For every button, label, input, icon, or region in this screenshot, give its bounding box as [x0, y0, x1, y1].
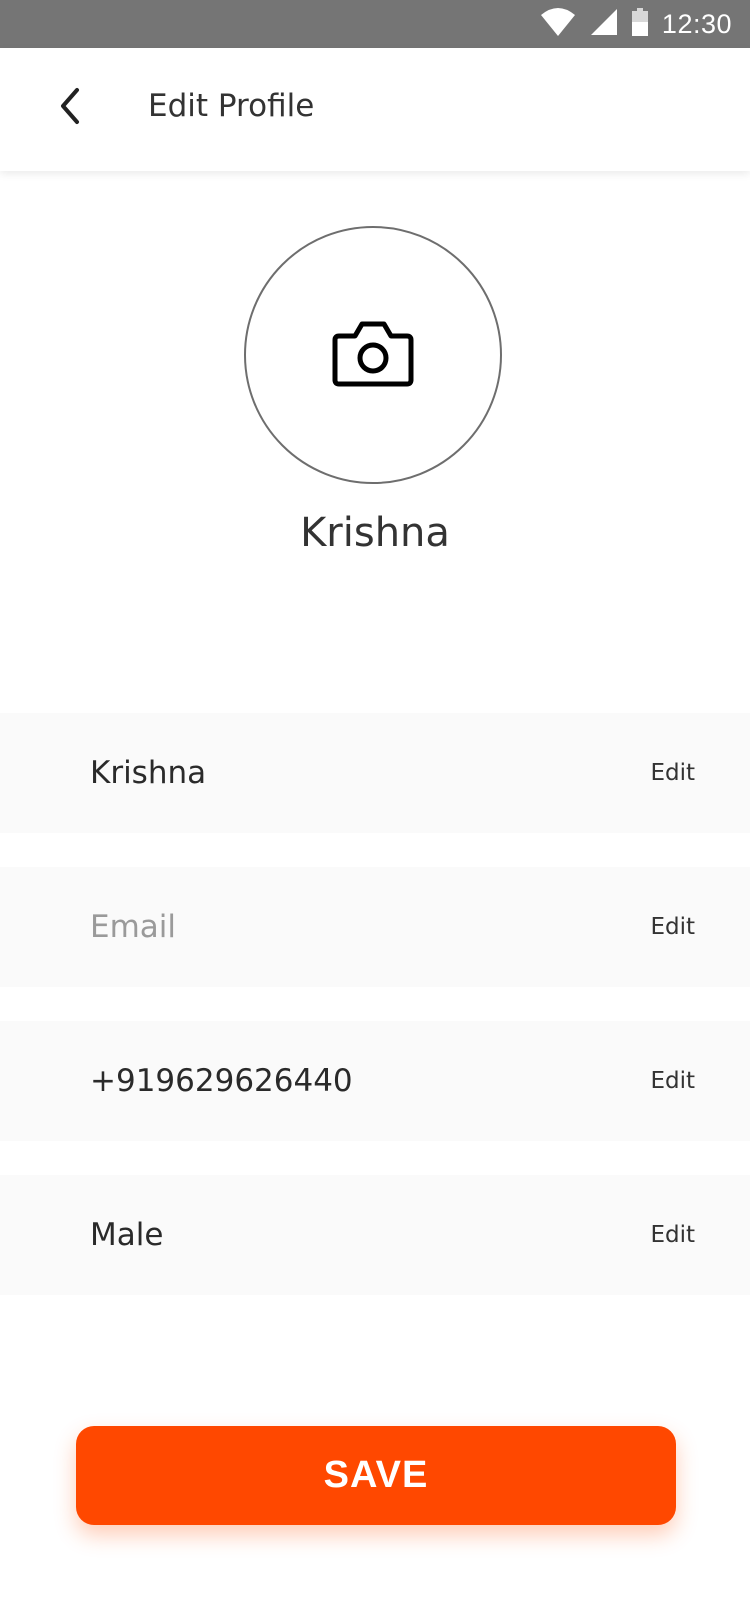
- signal-icon: [590, 8, 618, 40]
- battery-icon: [631, 8, 648, 40]
- name-value: Krishna: [90, 755, 207, 791]
- page-title: Edit Profile: [148, 88, 315, 124]
- gender-value: Male: [90, 1217, 164, 1253]
- status-time: 12:30: [661, 8, 732, 39]
- edit-gender-button[interactable]: Edit: [650, 1175, 695, 1295]
- back-button[interactable]: [46, 84, 94, 132]
- save-button[interactable]: SAVE: [76, 1426, 676, 1525]
- name-field-row: Krishna Edit: [0, 713, 750, 833]
- phone-value: +919629626440: [90, 1063, 353, 1099]
- edit-name-button[interactable]: Edit: [650, 713, 695, 833]
- email-placeholder: Email: [90, 909, 177, 945]
- camera-icon: [331, 318, 415, 392]
- email-field-row: Email Edit: [0, 867, 750, 987]
- edit-phone-button[interactable]: Edit: [650, 1021, 695, 1141]
- profile-name: Krishna: [300, 510, 450, 556]
- edit-email-button[interactable]: Edit: [650, 867, 695, 987]
- app-bar: Edit Profile: [0, 48, 750, 171]
- avatar-photo-picker[interactable]: [244, 226, 502, 484]
- chevron-left-icon: [55, 86, 85, 130]
- gender-field-row: Male Edit: [0, 1175, 750, 1295]
- wifi-icon: [540, 7, 576, 41]
- status-bar: 12:30: [0, 0, 750, 48]
- phone-field-row: +919629626440 Edit: [0, 1021, 750, 1141]
- status-icons: 12:30: [540, 0, 732, 48]
